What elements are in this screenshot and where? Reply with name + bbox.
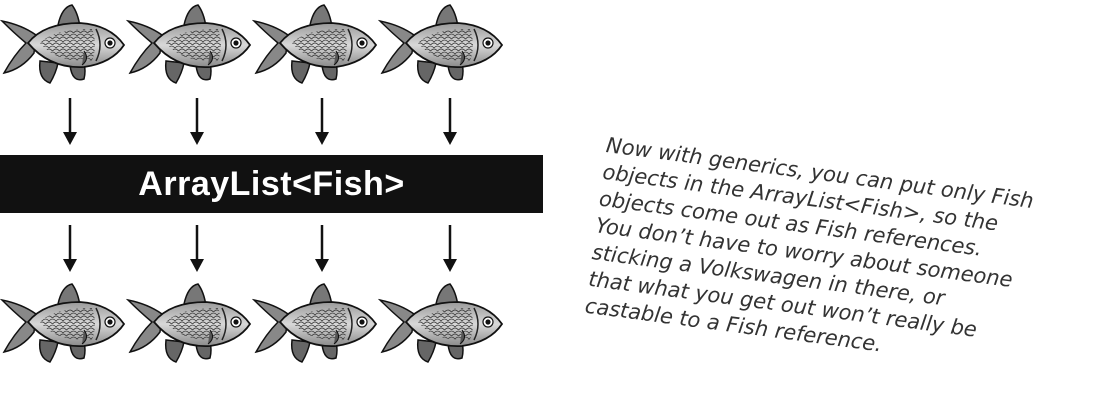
- fish-icon: [378, 3, 506, 87]
- arrow-down-icon: [312, 225, 332, 273]
- arrow-down-icon: [187, 225, 207, 273]
- arrow-down-icon: [440, 225, 460, 273]
- handwritten-note: Now with generics, you can put only Fish…: [583, 132, 1102, 387]
- arrow-down-icon: [440, 98, 460, 146]
- arraylist-container: ArrayList<Fish>: [0, 155, 543, 213]
- fish-icon: [378, 282, 506, 366]
- arrow-down-icon: [187, 98, 207, 146]
- fish-icon: [252, 3, 380, 87]
- fish-icon: [0, 3, 128, 87]
- fish-icon: [252, 282, 380, 366]
- arrow-down-icon: [60, 225, 80, 273]
- fish-icon: [126, 282, 254, 366]
- arraylist-label: ArrayList<Fish>: [138, 164, 405, 203]
- fish-icon: [126, 3, 254, 87]
- arrow-down-icon: [312, 98, 332, 146]
- fish-icon: [0, 282, 128, 366]
- arrow-down-icon: [60, 98, 80, 146]
